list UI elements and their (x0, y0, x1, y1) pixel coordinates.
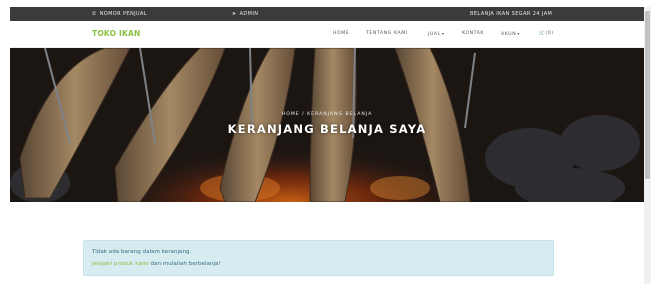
browse-products-rest: dan mulailah berbelanja! (148, 261, 221, 267)
empty-cart-message: Tidak ada barang dalam keranjang. (92, 249, 192, 255)
main-navbar: TOKO IKAN HOME TENTANG KAMI JUAL▾ KONTAK… (10, 21, 644, 48)
page-frame: ✆ NOMOR PENJUAL ➤ ADMIN BELANJA IKAN SEGAR… (10, 7, 644, 284)
nav-akun-label: AKUN (501, 32, 517, 37)
browse-products-line: Jelajahi produk kami dan mulailah berbel… (92, 261, 221, 267)
scrollbar-thumb[interactable] (645, 11, 650, 179)
nav-tentang-kami[interactable]: TENTANG KAMI (366, 31, 408, 36)
seller-phone[interactable]: ✆ NOMOR PENJUAL (92, 11, 147, 17)
seller-phone-label: NOMOR PENJUAL (99, 11, 148, 17)
nav-cart[interactable]: 🛒(0) (539, 31, 554, 36)
brand-logo[interactable]: TOKO IKAN (92, 29, 140, 38)
page-title: KERANJANG BELANJA SAYA (227, 122, 427, 136)
nav-home[interactable]: HOME (333, 31, 349, 36)
browse-products-link[interactable]: Jelajahi produk kami (92, 261, 149, 267)
empty-cart-alert: Tidak ada barang dalam keranjang. Jelaja… (83, 240, 554, 276)
admin-link[interactable]: ➤ ADMIN (232, 11, 258, 17)
top-info-bar: ✆ NOMOR PENJUAL ➤ ADMIN BELANJA IKAN SEGAR… (10, 7, 644, 21)
nav-kontak[interactable]: KONTAK (462, 31, 484, 36)
paper-plane-icon: ➤ (232, 11, 237, 17)
fresh-fish-notice: BELANJA IKAN SEGAR 24 JAM (470, 11, 553, 17)
nav-akun[interactable]: AKUN▾ (501, 31, 520, 37)
nav-jual-label: JUAL (428, 32, 441, 37)
caret-down-icon: ▾ (517, 31, 520, 36)
phone-icon: ✆ (92, 11, 97, 17)
nav-jual[interactable]: JUAL▾ (428, 31, 444, 37)
cart-count: (0) (545, 31, 554, 36)
hero-banner: HOME / KERANJANG BELANJA KERANJANG BELAN… (10, 48, 644, 202)
admin-label: ADMIN (239, 11, 259, 17)
hero-breadcrumb: HOME / KERANJANG BELANJA (281, 112, 373, 117)
caret-down-icon: ▾ (441, 31, 445, 36)
vertical-scrollbar[interactable] (644, 7, 651, 284)
